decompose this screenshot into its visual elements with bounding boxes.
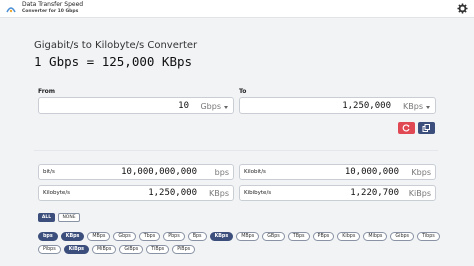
divider — [34, 150, 438, 151]
unit-chip[interactable]: Gibps — [390, 232, 415, 241]
unit-chip[interactable]: bps — [38, 232, 58, 241]
unit-chip[interactable]: Pibps — [38, 245, 61, 254]
unit-chip[interactable]: PBps — [312, 232, 335, 241]
unit-chip[interactable]: Pbps — [163, 232, 185, 241]
unit-chip[interactable]: KBps — [209, 232, 234, 241]
result-value[interactable]: 1,220,700 — [350, 188, 399, 198]
page-title: Gigabit/s to Kilobyte/s Converter — [34, 40, 198, 51]
from-label: From — [38, 88, 56, 95]
result-unit: bps — [214, 168, 229, 177]
from-field[interactable]: 10 Gbps — [38, 97, 234, 114]
unit-chip[interactable]: Bps — [187, 232, 207, 241]
unit-chip[interactable]: Kibps — [337, 232, 361, 241]
result-unit-name: Kibibyte/s — [244, 190, 272, 196]
swap-button[interactable] — [398, 122, 415, 134]
swap-icon — [402, 124, 410, 132]
unit-chip[interactable]: Tbps — [138, 232, 161, 241]
unit-chip[interactable]: TiBps — [146, 245, 170, 254]
to-value[interactable]: 1,250,000 — [342, 101, 391, 111]
unit-chip[interactable]: MBps — [87, 232, 111, 241]
result-row-kibibytes[interactable]: Kibibyte/s 1,220,700 KiBps — [239, 185, 436, 201]
unit-chip[interactable]: PiBps — [172, 245, 196, 254]
app-logo-icon — [6, 7, 16, 13]
result-unit-name: Kilobit/s — [244, 169, 266, 175]
unit-chip[interactable]: MBps — [236, 232, 260, 241]
copy-button[interactable] — [418, 122, 435, 134]
filter-all-button[interactable]: ALL — [38, 213, 55, 222]
result-row-kilobits[interactable]: Kilobit/s 10,000,000 Kbps — [239, 164, 436, 180]
unit-chip[interactable]: GiBps — [119, 245, 144, 254]
result-unit: Kbps — [411, 168, 431, 177]
unit-chip[interactable]: KBps — [60, 232, 85, 241]
result-value[interactable]: 10,000,000,000 — [121, 167, 197, 177]
app-header: Data Transfer Speed Converter for 10 Gbp… — [0, 0, 474, 18]
app-title: Data Transfer Speed — [22, 1, 84, 8]
app-subtitle: Converter for 10 Gbps — [22, 9, 79, 14]
unit-chip-row: Pibps KiBps MiBps GiBps TiBps PiBps — [38, 245, 196, 254]
to-unit-select[interactable]: KBps — [403, 102, 423, 111]
chevron-down-icon[interactable] — [224, 106, 228, 109]
conversion-result: 1 Gbps = 125,000 KBps — [34, 54, 193, 69]
copy-icon — [422, 124, 430, 132]
filter-none-button[interactable]: NONE — [58, 213, 80, 222]
to-field[interactable]: 1,250,000 KBps — [239, 97, 436, 114]
result-unit-name: bit/s — [43, 169, 55, 175]
result-value[interactable]: 10,000,000 — [345, 167, 399, 177]
to-label: To — [239, 88, 247, 95]
result-unit: KBps — [209, 189, 229, 198]
unit-chip[interactable]: Gbps — [113, 232, 136, 241]
chevron-down-icon[interactable] — [426, 106, 430, 109]
unit-chip-row: bps KBps MBps Gbps Tbps Pbps Bps KBps MBps GBps TB… — [38, 232, 440, 241]
result-row-bits[interactable]: bit/s 10,000,000,000 bps — [38, 164, 234, 180]
result-value[interactable]: 1,250,000 — [148, 188, 197, 198]
unit-chip[interactable]: Mibps — [363, 232, 388, 241]
result-unit: KiBps — [408, 189, 431, 198]
unit-chip[interactable]: MiBps — [92, 245, 117, 254]
from-unit-select[interactable]: Gbps — [200, 102, 221, 111]
unit-chip[interactable]: Tibps — [417, 232, 440, 241]
unit-chip[interactable]: GBps — [262, 232, 285, 241]
result-unit-name: Kilobyte/s — [43, 190, 71, 196]
unit-chip[interactable]: KiBps — [63, 245, 90, 254]
unit-chip[interactable]: TBps — [287, 232, 310, 241]
result-row-kilobytes[interactable]: Kilobyte/s 1,250,000 KBps — [38, 185, 234, 201]
from-value[interactable]: 10 — [178, 101, 189, 111]
gear-icon[interactable] — [457, 3, 468, 14]
